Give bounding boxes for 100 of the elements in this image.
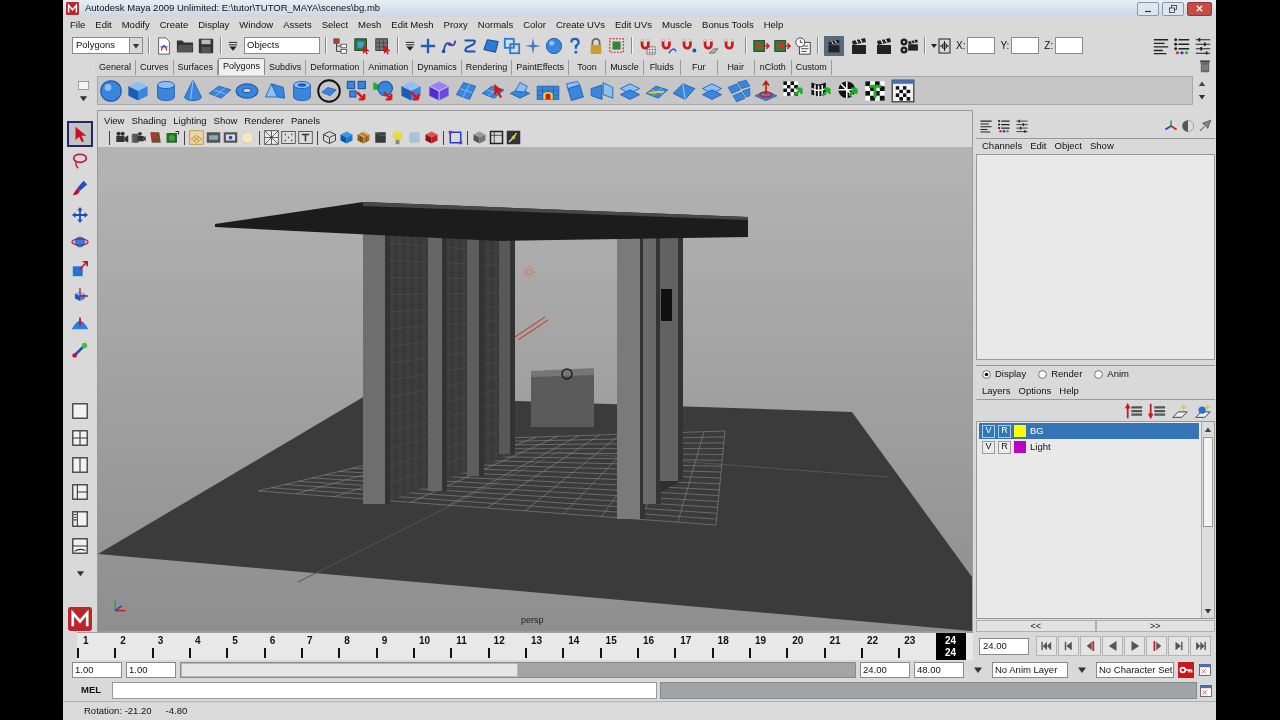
solid-cube-icon[interactable]: [424, 130, 439, 146]
pin-icon[interactable]: [1198, 119, 1212, 133]
menu-item[interactable]: Create UVs: [555, 18, 606, 33]
checker-t-icon[interactable]: [863, 78, 888, 103]
menu-item[interactable]: Mesh: [358, 18, 382, 33]
menu-item[interactable]: Modify: [121, 18, 150, 33]
sphere-icon[interactable]: [545, 36, 563, 55]
screen-icon[interactable]: [206, 130, 221, 146]
select-frame-icon[interactable]: [448, 130, 463, 146]
command-input-field[interactable]: [112, 682, 657, 699]
menu-item[interactable]: Edit: [95, 18, 112, 33]
target-icon[interactable]: [931, 35, 951, 56]
plain-cube-icon[interactable]: [472, 130, 487, 146]
scrollbar-thumb[interactable]: [1203, 437, 1213, 527]
menu-item[interactable]: Lighting: [173, 113, 207, 128]
window-icon[interactable]: [1198, 663, 1212, 677]
save-icon[interactable]: [197, 36, 215, 55]
outliner-pane-icon[interactable]: [71, 509, 89, 528]
trash-icon[interactable]: [1198, 59, 1212, 73]
list-lines-icon[interactable]: [1152, 36, 1170, 55]
menu-item[interactable]: Edit Mesh: [391, 18, 434, 33]
pager-button[interactable]: >>: [1095, 619, 1215, 632]
axes-icon[interactable]: [1164, 119, 1178, 133]
textured-cube-icon[interactable]: [356, 130, 371, 146]
cursor-box-icon[interactable]: [353, 36, 371, 55]
menu-item[interactable]: Edit UVs: [615, 18, 652, 33]
range-slider-thumb[interactable]: [181, 663, 518, 677]
close-icon[interactable]: [1195, 4, 1204, 13]
character-set-field[interactable]: No Character Set: [1096, 662, 1174, 678]
clapperboard-icon[interactable]: [874, 35, 894, 56]
scroll-down-icon[interactable]: [1198, 93, 1206, 101]
layer-arrow-down-icon[interactable]: [1148, 401, 1166, 420]
menu-item[interactable]: Edit: [1030, 139, 1047, 154]
sphere-arrow-icon[interactable]: [371, 78, 396, 103]
half-circle-icon[interactable]: [1181, 119, 1195, 133]
caret-down-icon[interactable]: [75, 568, 85, 578]
menu-item[interactable]: Shading: [131, 113, 167, 128]
menu-item[interactable]: Muscle: [662, 18, 693, 33]
lines-arrow-icon[interactable]: [227, 39, 239, 52]
clapperboard-icon[interactable]: [849, 35, 869, 56]
menu-item[interactable]: Assets: [283, 18, 312, 33]
visibility-toggle[interactable]: V: [982, 424, 995, 438]
menu-item[interactable]: Options: [1018, 383, 1052, 399]
document-icon[interactable]: [155, 36, 173, 55]
anim-layer-field[interactable]: No Anim Layer: [992, 662, 1068, 678]
playback-start-field[interactable]: 1.00: [126, 662, 176, 678]
layer-row[interactable]: V R Light: [979, 439, 1199, 455]
wireframe-cube-icon[interactable]: [322, 130, 337, 146]
shaded-cube-icon[interactable]: [339, 130, 354, 146]
scroll-down-icon[interactable]: [1204, 607, 1212, 615]
menu-item[interactable]: Select: [321, 18, 349, 33]
menu-item[interactable]: Normals: [477, 18, 514, 33]
coordinate-field[interactable]: [967, 37, 996, 54]
menu-item[interactable]: Bonus Tools: [702, 18, 754, 33]
single-pane-icon[interactable]: [71, 401, 89, 420]
menu-item[interactable]: Help: [1059, 383, 1079, 399]
graph-pane-icon[interactable]: [71, 536, 89, 555]
layer-arrow-up-icon[interactable]: [1125, 401, 1143, 420]
close-button[interactable]: [1187, 1, 1212, 16]
frame-icon[interactable]: [489, 130, 504, 146]
clock-page-icon[interactable]: [794, 36, 812, 55]
menu-item[interactable]: Proxy: [443, 18, 468, 33]
hierarchy-icon[interactable]: [332, 36, 350, 55]
caret-down-icon[interactable]: [973, 665, 983, 675]
time-slider[interactable]: 1 2 3 4 5 6 7 8 9 10 11 12 13 14 15 16 17 18 19 20 21 22 23 24 24: [77, 632, 973, 660]
layer-mode-radio[interactable]: Display: [982, 367, 1027, 382]
caret-down-icon[interactable]: [79, 93, 88, 103]
filled-square-icon[interactable]: [373, 130, 388, 146]
selection-mode-field[interactable]: Objects: [244, 37, 320, 54]
camera-film-icon[interactable]: [131, 130, 146, 146]
quad-icon[interactable]: [482, 36, 500, 55]
two-pane-icon[interactable]: [71, 455, 89, 474]
playback-end-field[interactable]: 24.00: [860, 662, 910, 678]
reference-toggle[interactable]: R: [998, 424, 1011, 438]
coordinate-field[interactable]: [1055, 37, 1084, 54]
bookmark-icon[interactable]: [148, 130, 163, 146]
layer-mode-radio[interactable]: Anim: [1094, 367, 1129, 382]
end-time-field[interactable]: 48.00: [914, 662, 964, 678]
scroll-up-icon[interactable]: [1198, 80, 1206, 88]
list-sliders-icon[interactable]: [1194, 36, 1212, 55]
menu-item[interactable]: Channels: [982, 139, 1023, 154]
side-pane-icon[interactable]: [71, 482, 89, 501]
menu-item[interactable]: Display: [198, 18, 230, 33]
caret-down-icon[interactable]: [132, 41, 140, 50]
pager-button[interactable]: <<: [976, 619, 1096, 632]
scroll-up-icon[interactable]: [1204, 426, 1212, 434]
camera-frame-icon[interactable]: [165, 130, 180, 146]
sphere-icon[interactable]: [99, 78, 123, 103]
menu-item[interactable]: Create: [159, 18, 189, 33]
list-lines-icon[interactable]: [979, 119, 993, 133]
start-time-field[interactable]: 1.00: [72, 662, 122, 678]
menu-item[interactable]: Window: [239, 18, 274, 33]
frame-squares-icon[interactable]: [503, 36, 521, 55]
app-logo-icon[interactable]: [68, 607, 92, 631]
layer-sphere-icon[interactable]: [1194, 401, 1212, 420]
grid-cursor-icon[interactable]: [374, 36, 392, 55]
menu-item[interactable]: Renderer: [244, 113, 284, 128]
script-language-button[interactable]: MEL: [70, 682, 112, 699]
menu-item[interactable]: File: [70, 18, 86, 33]
shelf-tab[interactable]: Polygons: [218, 58, 266, 75]
